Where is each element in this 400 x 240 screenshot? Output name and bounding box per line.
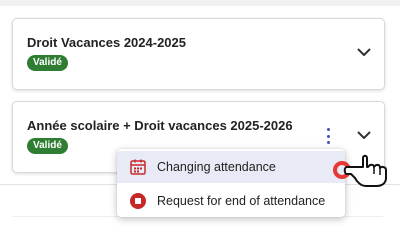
calendar-icon <box>128 157 148 177</box>
more-options-icon[interactable] <box>323 126 333 146</box>
context-menu: Changing attendance Request for end of a… <box>117 149 345 217</box>
chevron-down-icon[interactable] <box>353 41 375 63</box>
menu-item-changing-attendance[interactable]: Changing attendance <box>117 151 345 183</box>
menu-item-label: Request for end of attendance <box>157 194 326 208</box>
card-title: Année scolaire + Droit vacances 2025-202… <box>27 118 293 133</box>
stop-circle-icon <box>128 191 148 211</box>
enrollment-card-1[interactable]: Droit Vacances 2024-2025 Validé <box>12 18 385 90</box>
status-badge: Validé <box>27 138 68 154</box>
pointing-hand-cursor-icon <box>333 154 387 187</box>
status-badge: Validé <box>27 55 68 71</box>
menu-item-request-end-attendance[interactable]: Request for end of attendance <box>117 185 345 217</box>
dot-icon <box>326 134 330 138</box>
chevron-down-icon[interactable] <box>353 124 375 146</box>
menu-item-label: Changing attendance <box>157 160 276 174</box>
dot-icon <box>326 141 330 144</box>
card-title: Droit Vacances 2024-2025 <box>27 35 186 50</box>
top-strip <box>0 0 400 6</box>
dot-icon <box>326 128 330 131</box>
